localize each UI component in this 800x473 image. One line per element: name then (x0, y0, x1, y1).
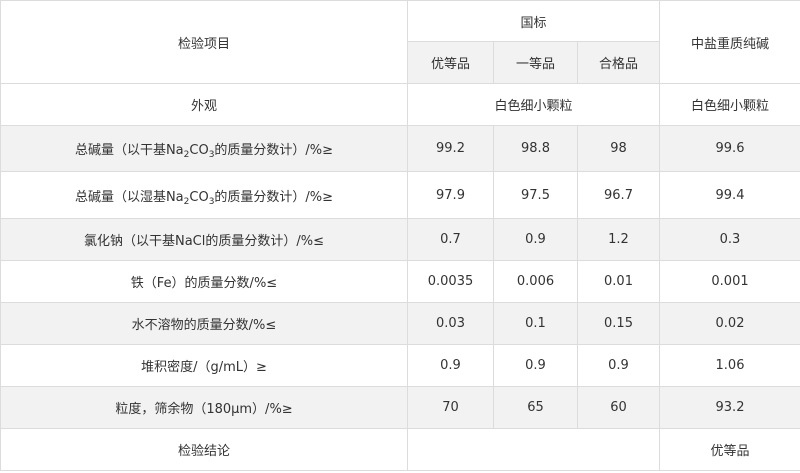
value-qualified: 96.7 (577, 171, 660, 219)
appearance-label: 外观 (0, 83, 408, 126)
value-qualified: 1.2 (577, 218, 660, 261)
value-qualified: 0.01 (577, 260, 660, 303)
appearance-national: 白色细小颗粒 (407, 83, 660, 126)
table-row: 总碱量（以湿基Na2CO3的质量分数计）/%≥ 97.9 97.5 96.7 9… (0, 171, 800, 219)
value-excellent: 70 (407, 386, 494, 429)
value-first: 0.9 (493, 218, 578, 261)
appearance-row: 外观 白色细小颗粒 白色细小颗粒 (0, 83, 800, 126)
value-qualified: 60 (577, 386, 660, 429)
value-company: 0.02 (659, 302, 800, 345)
conclusion-national (407, 428, 660, 471)
value-first: 0.006 (493, 260, 578, 303)
header-grade-qualified: 合格品 (577, 41, 660, 84)
value-excellent: 97.9 (407, 171, 494, 219)
value-first: 0.1 (493, 302, 578, 345)
conclusion-row: 检验结论 优等品 (0, 428, 800, 471)
value-first: 97.5 (493, 171, 578, 219)
table-row: 粒度，筛余物（180μm）/%≥ 70 65 60 93.2 (0, 386, 800, 429)
value-first: 0.9 (493, 344, 578, 387)
table-row: 水不溶物的质量分数/%≤ 0.03 0.1 0.15 0.02 (0, 302, 800, 345)
value-excellent: 0.03 (407, 302, 494, 345)
value-first: 65 (493, 386, 578, 429)
row-label: 水不溶物的质量分数/%≤ (0, 302, 408, 345)
conclusion-label: 检验结论 (0, 428, 408, 471)
table-row: 堆积密度/（g/mL）≥ 0.9 0.9 0.9 1.06 (0, 344, 800, 387)
row-label: 粒度，筛余物（180μm）/%≥ (0, 386, 408, 429)
value-company: 93.2 (659, 386, 800, 429)
header-national-standard: 国标 (407, 0, 660, 42)
row-label: 堆积密度/（g/mL）≥ (0, 344, 408, 387)
value-qualified: 98 (577, 125, 660, 172)
value-company: 1.06 (659, 344, 800, 387)
row-label: 总碱量（以干基Na2CO3的质量分数计）/%≥ (0, 125, 408, 172)
header-company: 中盐重质纯碱 (659, 0, 800, 84)
value-excellent: 0.9 (407, 344, 494, 387)
row-label: 铁（Fe）的质量分数/%≤ (0, 260, 408, 303)
header-grade-excellent: 优等品 (407, 41, 494, 84)
header-item: 检验项目 (0, 0, 408, 84)
table-row: 总碱量（以干基Na2CO3的质量分数计）/%≥ 99.2 98.8 98 99.… (0, 125, 800, 172)
row-label: 总碱量（以湿基Na2CO3的质量分数计）/%≥ (0, 171, 408, 219)
header-grade-first: 一等品 (493, 41, 578, 84)
inspection-table: 检验项目 国标 中盐重质纯碱 优等品 一等品 合格品 外观 白色细小颗粒 白色细… (0, 0, 800, 471)
value-first: 98.8 (493, 125, 578, 172)
value-company: 99.6 (659, 125, 800, 172)
table-row: 铁（Fe）的质量分数/%≤ 0.0035 0.006 0.01 0.001 (0, 260, 800, 303)
header-row-1: 检验项目 国标 中盐重质纯碱 (0, 0, 800, 84)
value-company: 0.3 (659, 218, 800, 261)
value-excellent: 0.7 (407, 218, 494, 261)
appearance-company: 白色细小颗粒 (659, 83, 800, 126)
conclusion-company: 优等品 (659, 428, 800, 471)
value-excellent: 99.2 (407, 125, 494, 172)
value-company: 99.4 (659, 171, 800, 219)
value-company: 0.001 (659, 260, 800, 303)
table-row: 氯化钠（以干基NaCl的质量分数计）/%≤ 0.7 0.9 1.2 0.3 (0, 218, 800, 261)
row-label: 氯化钠（以干基NaCl的质量分数计）/%≤ (0, 218, 408, 261)
value-qualified: 0.9 (577, 344, 660, 387)
value-qualified: 0.15 (577, 302, 660, 345)
value-excellent: 0.0035 (407, 260, 494, 303)
